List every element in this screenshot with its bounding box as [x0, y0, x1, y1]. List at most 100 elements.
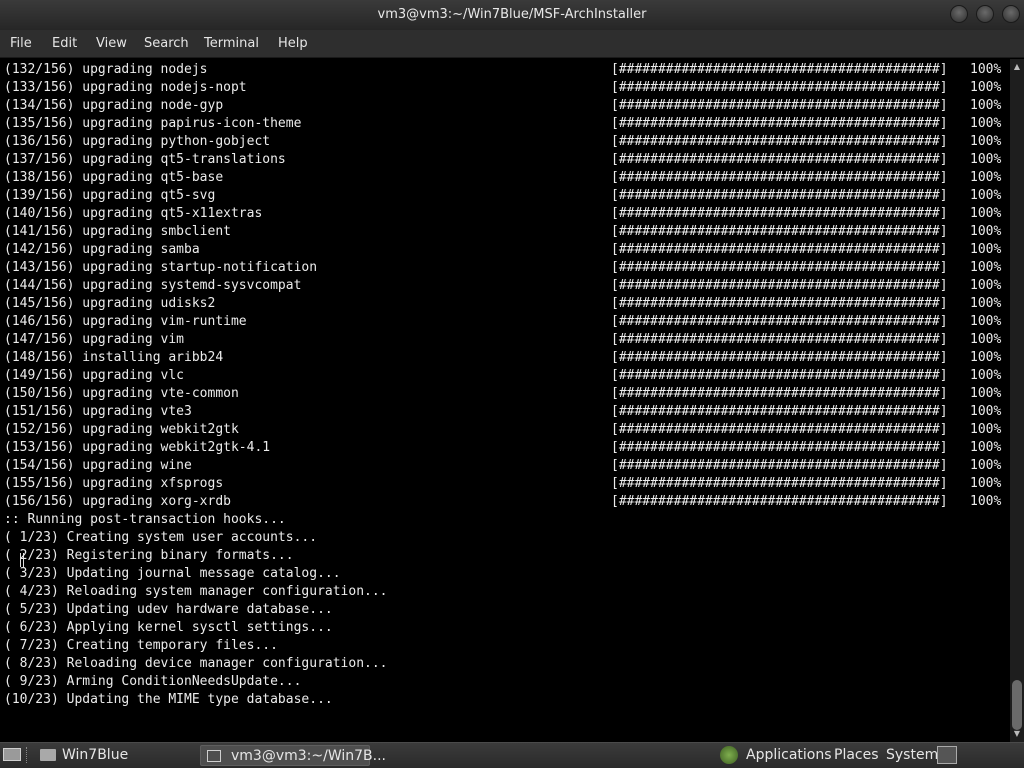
- progress-percent: 100%: [970, 440, 1002, 455]
- hook-line: ( 6/23) Applying kernel sysctl settings.…: [4, 620, 333, 635]
- progress-percent: 100%: [970, 314, 1002, 329]
- progress-percent: 100%: [970, 152, 1002, 167]
- hook-line: ( 8/23) Reloading device manager configu…: [4, 656, 388, 671]
- progress-percent: 100%: [970, 278, 1002, 293]
- hook-line: ( 3/23) Updating journal message catalog…: [4, 566, 341, 581]
- system-menu[interactable]: System: [886, 747, 938, 763]
- progress-percent: 100%: [970, 80, 1002, 95]
- progress-percent: 100%: [970, 368, 1002, 383]
- package-line: (152/156) upgrading webkit2gtk: [4, 422, 239, 437]
- menu-help[interactable]: Help: [278, 36, 308, 51]
- menu-view[interactable]: View: [96, 36, 127, 51]
- progress-percent: 100%: [970, 224, 1002, 239]
- package-line: (136/156) upgrading python-gobject: [4, 134, 271, 149]
- progress-bar: [#######################################…: [611, 170, 948, 185]
- task-label-terminal: vm3@vm3:~/Win7B...: [231, 748, 386, 764]
- progress-bar: [#######################################…: [611, 206, 948, 221]
- progress-percent: 100%: [970, 296, 1002, 311]
- progress-bar: [#######################################…: [611, 332, 948, 347]
- scroll-thumb[interactable]: [1012, 680, 1022, 730]
- minimize-button[interactable]: [950, 5, 968, 23]
- hook-line: ( 2/23) Registering binary formats...: [4, 548, 294, 563]
- package-line: (150/156) upgrading vte-common: [4, 386, 239, 401]
- progress-bar: [#######################################…: [611, 458, 948, 473]
- hook-line: ( 4/23) Reloading system manager configu…: [4, 584, 388, 599]
- progress-bar: [#######################################…: [611, 368, 948, 383]
- terminal-icon: [207, 750, 221, 762]
- progress-bar: [#######################################…: [611, 278, 948, 293]
- task-label-win7blue: Win7Blue: [62, 747, 129, 763]
- hook-line: :: Running post-transaction hooks...: [4, 512, 286, 527]
- progress-percent: 100%: [970, 458, 1002, 473]
- applications-menu-icon[interactable]: [720, 746, 738, 764]
- package-line: (139/156) upgrading qt5-svg: [4, 188, 216, 203]
- hook-line: ( 5/23) Updating udev hardware database.…: [4, 602, 333, 617]
- scroll-up-arrow-icon[interactable]: ▲: [1010, 61, 1024, 73]
- menu-search[interactable]: Search: [144, 36, 189, 51]
- progress-bar: [#######################################…: [611, 98, 948, 113]
- package-line: (146/156) upgrading vim-runtime: [4, 314, 247, 329]
- progress-bar: [#######################################…: [611, 62, 948, 77]
- progress-bar: [#######################################…: [611, 188, 948, 203]
- package-line: (132/156) upgrading nodejs: [4, 62, 208, 77]
- menu-file[interactable]: File: [10, 36, 32, 51]
- terminal-output[interactable]: (132/156) upgrading nodejs [#############…: [0, 59, 1010, 742]
- package-line: (151/156) upgrading vte3: [4, 404, 192, 419]
- package-line: (149/156) upgrading vlc: [4, 368, 185, 383]
- package-line: (138/156) upgrading qt5-base: [4, 170, 224, 185]
- hook-line: ( 7/23) Creating temporary files...: [4, 638, 278, 653]
- package-line: (141/156) upgrading smbclient: [4, 224, 231, 239]
- package-line: (145/156) upgrading udisks2: [4, 296, 216, 311]
- progress-bar: [#######################################…: [611, 152, 948, 167]
- applications-menu[interactable]: Applications: [746, 747, 832, 763]
- package-line: (155/156) upgrading xfsprogs: [4, 476, 224, 491]
- progress-bar: [#######################################…: [611, 116, 948, 131]
- progress-percent: 100%: [970, 134, 1002, 149]
- progress-bar: [#######################################…: [611, 314, 948, 329]
- progress-percent: 100%: [970, 332, 1002, 347]
- progress-bar: [#######################################…: [611, 422, 948, 437]
- package-line: (148/156) installing aribb24: [4, 350, 224, 365]
- task-button-terminal[interactable]: vm3@vm3:~/Win7B...: [200, 745, 386, 766]
- progress-percent: 100%: [970, 116, 1002, 131]
- progress-bar: [#######################################…: [611, 260, 948, 275]
- progress-bar: [#######################################…: [611, 476, 948, 491]
- task-button-win7blue[interactable]: Win7Blue: [36, 745, 196, 766]
- menu-terminal[interactable]: Terminal: [204, 36, 259, 51]
- close-button[interactable]: [1002, 5, 1020, 23]
- terminal-launcher-icon[interactable]: [937, 746, 957, 764]
- progress-percent: 100%: [970, 170, 1002, 185]
- progress-bar: [#######################################…: [611, 224, 948, 239]
- menu-edit[interactable]: Edit: [52, 36, 77, 51]
- package-line: (133/156) upgrading nodejs-nopt: [4, 80, 247, 95]
- scroll-down-arrow-icon[interactable]: ▼: [1010, 728, 1024, 740]
- folder-icon: [40, 749, 56, 761]
- show-desktop-icon[interactable]: [3, 748, 21, 761]
- progress-percent: 100%: [970, 98, 1002, 113]
- progress-bar: [#######################################…: [611, 296, 948, 311]
- taskbar: Win7Blue vm3@vm3:~/Win7B... Applications…: [0, 742, 1024, 768]
- terminal-scrollbar[interactable]: ▲ ▼: [1010, 59, 1024, 742]
- progress-percent: 100%: [970, 494, 1002, 509]
- progress-percent: 100%: [970, 242, 1002, 257]
- progress-percent: 100%: [970, 260, 1002, 275]
- progress-percent: 100%: [970, 476, 1002, 491]
- maximize-button[interactable]: [976, 5, 994, 23]
- progress-bar: [#######################################…: [611, 134, 948, 149]
- package-line: (134/156) upgrading node-gyp: [4, 98, 224, 113]
- progress-percent: 100%: [970, 350, 1002, 365]
- package-line: (140/156) upgrading qt5-x11extras: [4, 206, 263, 221]
- progress-bar: [#######################################…: [611, 440, 948, 455]
- progress-bar: [#######################################…: [611, 80, 948, 95]
- package-line: (156/156) upgrading xorg-xrdb: [4, 494, 231, 509]
- places-menu[interactable]: Places: [834, 747, 879, 763]
- progress-percent: 100%: [970, 62, 1002, 77]
- progress-bar: [#######################################…: [611, 242, 948, 257]
- package-line: (153/156) upgrading webkit2gtk-4.1: [4, 440, 271, 455]
- title-bar[interactable]: vm3@vm3:~/Win7Blue/MSF-ArchInstaller: [0, 0, 1024, 30]
- package-line: (144/156) upgrading systemd-sysvcompat: [4, 278, 302, 293]
- package-line: (135/156) upgrading papirus-icon-theme: [4, 116, 302, 131]
- progress-percent: 100%: [970, 386, 1002, 401]
- package-line: (147/156) upgrading vim: [4, 332, 185, 347]
- taskbar-separator: [26, 747, 31, 763]
